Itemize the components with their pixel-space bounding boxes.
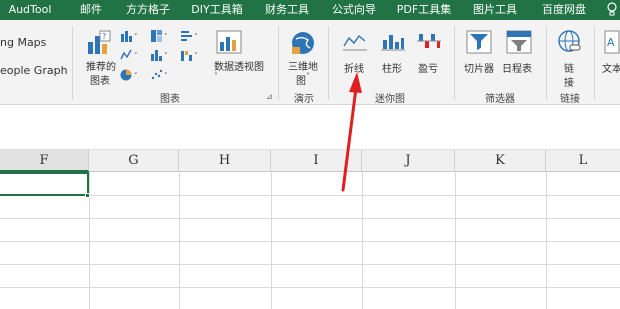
annotation-arrow (341, 72, 362, 192)
